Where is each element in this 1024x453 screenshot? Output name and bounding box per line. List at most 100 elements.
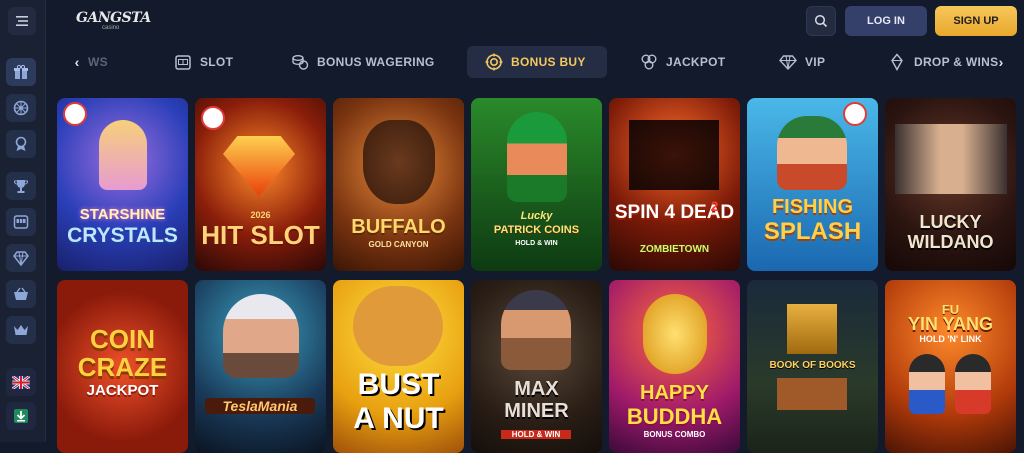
game-card[interactable]: MAX MINER HOLD & WIN xyxy=(471,280,602,453)
game-title-line2: CRAZE xyxy=(77,352,168,382)
sidebar-rewards[interactable] xyxy=(6,130,36,158)
category-tab-bonus-buy[interactable]: BONUS BUY xyxy=(467,46,607,78)
game-title-line1: BUFFALO xyxy=(351,216,446,238)
game-card[interactable]: FU YIN YANG HOLD 'N' LINK xyxy=(885,280,1016,453)
game-title-line2: PATRICK COINS xyxy=(493,224,580,236)
search-button[interactable] xyxy=(806,6,836,36)
download-icon xyxy=(14,409,28,423)
game-card[interactable]: TeslaMania xyxy=(195,280,326,453)
sidebar-slots[interactable] xyxy=(6,208,36,236)
language-selector[interactable] xyxy=(6,368,36,396)
boy-figure-art xyxy=(909,354,945,414)
category-label: WS xyxy=(88,55,108,69)
game-title-line2: YIN YANG xyxy=(907,314,994,334)
game-title-line3: HOLD 'N' LINK xyxy=(919,334,982,344)
game-title-line2: BUDDHA xyxy=(626,404,723,429)
game-title-line3: BONUS COMBO xyxy=(643,430,706,439)
game-card[interactable]: BUFFALO GOLD CANYON xyxy=(333,98,464,271)
diamond-icon xyxy=(13,251,29,266)
coins-icon xyxy=(292,55,309,70)
category-tab-news[interactable]: WS xyxy=(88,46,108,78)
game-card[interactable]: BUST A NUT xyxy=(333,280,464,453)
sidebar-promotions[interactable] xyxy=(6,58,36,86)
chips-icon xyxy=(641,54,657,70)
wheel-icon xyxy=(13,100,29,116)
top-bar: GANGSTA casino LOG IN SIGN UP xyxy=(46,0,1024,42)
game-card[interactable]: COIN CRAZE JACKPOT xyxy=(57,280,188,453)
category-label: BONUS BUY xyxy=(511,55,586,69)
menu-button[interactable] xyxy=(8,7,36,35)
game-title-line2: WILDANO xyxy=(907,232,994,252)
game-title-line1: FISHING xyxy=(771,196,854,218)
girl-figure-art xyxy=(955,354,991,414)
game-title-line3: HOLD & WIN xyxy=(515,240,558,247)
drop-icon xyxy=(891,53,903,71)
game-card[interactable]: SPIN 4 DEAD 2 ZOMBIETOWN xyxy=(609,98,740,271)
login-button[interactable]: LOG IN xyxy=(845,6,927,36)
game-title-line2: MINER xyxy=(504,400,569,422)
category-tab-drop-wins[interactable]: DROP & WINS xyxy=(888,46,1000,78)
slot-machine-icon xyxy=(175,55,191,70)
provider-badge xyxy=(63,102,87,126)
brand-logo[interactable]: GANGSTA casino xyxy=(72,8,151,34)
tesla-art xyxy=(223,294,299,378)
brand-name: GANGSTA xyxy=(76,10,151,26)
game-title-line3: JACKPOT xyxy=(86,382,159,399)
game-card[interactable]: BOOK OF BOOKS xyxy=(747,280,878,453)
squirrel-art xyxy=(353,286,443,366)
category-scroll-right[interactable]: › xyxy=(994,54,1008,70)
award-icon xyxy=(15,136,27,151)
fisherman-art xyxy=(777,116,847,190)
diamond-art xyxy=(223,136,295,196)
game-title-line2: A NUT xyxy=(353,402,444,435)
slot-machine-icon xyxy=(13,215,29,229)
diamond-icon xyxy=(779,55,797,71)
game-title-line1: HAPPY xyxy=(640,382,709,404)
game-card[interactable]: STARSHINE CRYSTALS xyxy=(57,98,188,271)
category-label: BONUS WAGERING xyxy=(317,55,435,69)
zombie-art xyxy=(629,120,719,190)
game-title-line2: SPLASH xyxy=(763,218,862,245)
game-card[interactable]: FISHING SPLASH xyxy=(747,98,878,271)
category-tab-jackpot[interactable]: JACKPOT xyxy=(640,46,725,78)
game-title-line2: HIT SLOT xyxy=(201,220,320,250)
uk-flag-icon xyxy=(12,375,30,389)
game-card[interactable]: LUCKY WILDANO xyxy=(885,98,1016,271)
gangsters-art xyxy=(895,124,1007,194)
brand-sub: casino xyxy=(102,25,120,31)
game-card[interactable]: Lucky PATRICK COINS HOLD & WIN xyxy=(471,98,602,271)
sidebar-shop[interactable] xyxy=(6,280,36,308)
sidebar-wheel[interactable] xyxy=(6,94,36,122)
signup-button[interactable]: SIGN UP xyxy=(935,6,1017,36)
game-card[interactable]: 2026 HIT SLOT xyxy=(195,98,326,271)
category-label: VIP xyxy=(805,55,826,69)
provider-badge xyxy=(843,102,867,126)
trophy-icon xyxy=(13,180,29,193)
buffalo-art xyxy=(363,120,435,204)
game-title-line2: CRYSTALS xyxy=(67,224,178,247)
game-title-line3: HOLD & WIN xyxy=(501,430,571,439)
game-title-line1: 2026 xyxy=(250,210,271,220)
category-tab-slot[interactable]: SLOT xyxy=(174,46,233,78)
game-card[interactable]: HAPPY BUDDHA BONUS COMBO xyxy=(609,280,740,453)
category-bar: ‹ WS SLOT BONUS WAGERING BONUS BUY JACKP… xyxy=(46,44,1024,80)
category-tab-bonus-wagering[interactable]: BONUS WAGERING xyxy=(291,46,435,78)
game-title-line1: BUST xyxy=(357,368,440,401)
sidebar-crown[interactable] xyxy=(6,316,36,344)
leprechaun-art xyxy=(507,112,567,202)
category-scroll-left[interactable]: ‹ xyxy=(70,54,84,70)
category-tab-vip[interactable]: VIP xyxy=(779,46,825,78)
provider-badge xyxy=(201,106,225,130)
crown-icon xyxy=(14,325,28,335)
game-title-line2: 2 xyxy=(710,198,719,214)
buddha-art xyxy=(643,294,707,374)
sidebar-tournaments[interactable] xyxy=(6,172,36,200)
download-app-button[interactable] xyxy=(6,402,36,430)
category-label: JACKPOT xyxy=(666,55,726,69)
basket-icon xyxy=(14,287,28,300)
game-title-line2: BOOK OF BOOKS xyxy=(769,360,856,371)
game-title-line2: GOLD CANYON xyxy=(368,240,429,249)
game-title-line3: ZOMBIETOWN xyxy=(639,244,710,255)
search-icon xyxy=(814,14,828,28)
sidebar-vip[interactable] xyxy=(6,244,36,272)
